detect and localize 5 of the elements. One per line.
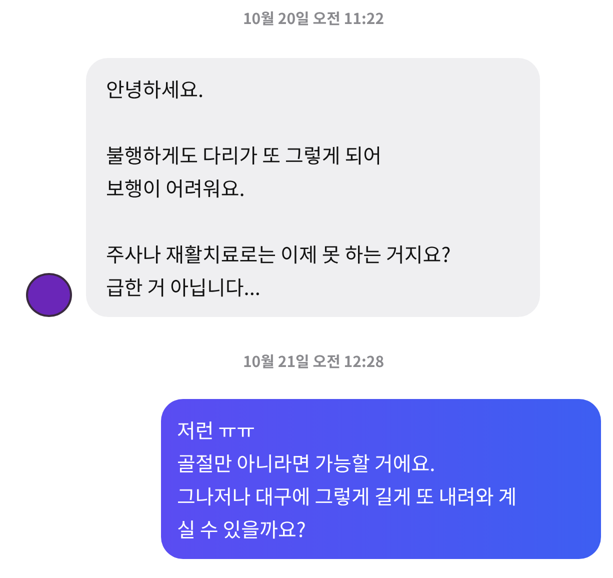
avatar[interactable]	[26, 273, 72, 317]
message-timestamp: 10월 20일 오전 11:22	[242, 8, 384, 30]
sent-message: 저런 ㅠㅠ 골절만 아니라면 가능할 거에요. 그나저나 대구에 그렇게 길게 또 내려와 계 실 수 있을까요?	[161, 399, 601, 559]
received-message: 안녕하세요. 불행하게도 다리가 또 그렇게 되어 보행이 어려워요. 주사나 재활치료로는 이제 못 하는 거지요? 급한 거 아닙니다...	[86, 58, 540, 317]
message-timestamp: 10월 21일 오전 12:28	[242, 351, 384, 373]
